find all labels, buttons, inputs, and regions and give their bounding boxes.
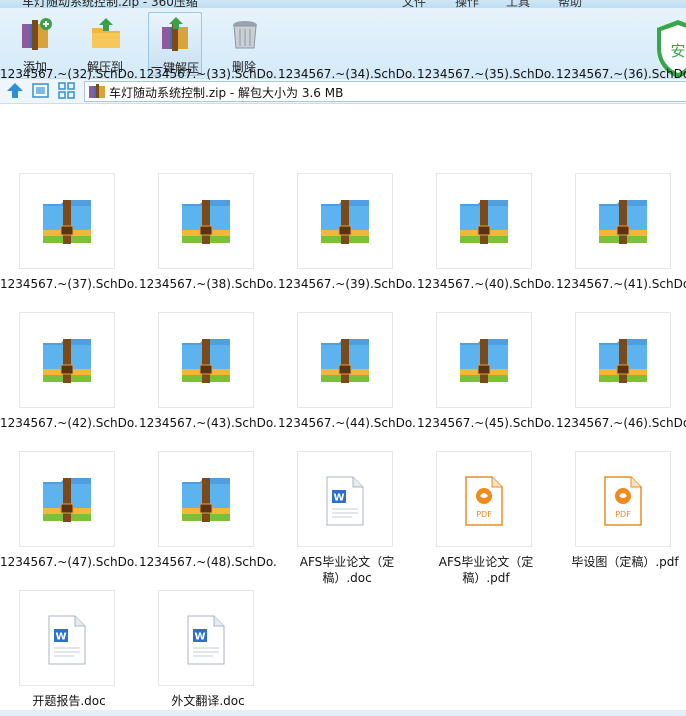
file-name: 毕设图（定稿）.pdf	[571, 555, 679, 569]
file-name: 1234567.~(41).SchDo...	[556, 277, 686, 291]
file-grid: 1234567.~(32).SchDo... 1234567.~(33).SchD…	[0, 67, 686, 716]
menu-operate[interactable]: 操作	[455, 0, 479, 8]
file-name: 1234567.~(37).SchDo...	[0, 277, 139, 291]
winrar-archive-icon	[158, 173, 254, 269]
file-name: 1234567.~(44).SchDo...	[278, 416, 417, 430]
word-document-icon: W	[297, 451, 393, 547]
file-name: 1234567.~(39).SchDo...	[278, 277, 417, 291]
winrar-archive-icon	[575, 312, 671, 408]
svg-text:W: W	[333, 493, 344, 504]
winrar-archive-icon	[297, 173, 393, 269]
path-field[interactable]: 车灯随动系统控制.zip - 解包大小为 3.6 MB	[84, 81, 686, 102]
delete-button[interactable]: 删除	[218, 12, 270, 74]
winrar-archive-icon	[19, 451, 115, 547]
file-name: 1234567.~(45).SchDo...	[417, 416, 556, 430]
winrar-archive-icon	[436, 173, 532, 269]
trash-icon	[233, 21, 257, 49]
winrar-archive-icon	[19, 173, 115, 269]
menu-tools[interactable]: 工具	[506, 0, 530, 8]
file-name: 1234567.~(48).SchDo...	[139, 555, 278, 569]
pdf-document-icon: PDF	[436, 451, 532, 547]
svg-text:W: W	[55, 632, 66, 643]
file-name: 1234567.~(46).SchDo...	[556, 416, 686, 430]
shield-label: 安	[670, 42, 685, 60]
file-name: AFS毕业论文（定稿）.doc	[299, 555, 395, 585]
add-archive-icon	[22, 18, 52, 50]
file-name: 1234567.~(38).SchDo...	[139, 277, 278, 291]
winrar-archive-icon	[158, 451, 254, 547]
file-name: 外文翻译.doc	[171, 694, 245, 708]
zip-archive-icon	[89, 84, 105, 98]
svg-text:W: W	[194, 632, 205, 643]
winrar-archive-icon	[575, 173, 671, 269]
file-name: 1234567.~(40).SchDo...	[417, 277, 556, 291]
file-name: 1234567.~(34).SchDo...	[278, 67, 417, 81]
word-document-icon: W	[158, 590, 254, 686]
file-name: 1234567.~(42).SchDo...	[0, 416, 139, 430]
thumbnail-view-icon[interactable]	[58, 82, 75, 99]
winrar-archive-icon	[297, 312, 393, 408]
one-click-extract-icon	[162, 17, 188, 51]
file-name: AFS毕业论文（定稿）.pdf	[438, 555, 534, 585]
file-name: 1234567.~(36).SchDo...	[556, 67, 686, 81]
title-bar: 车灯随动系统控制.zip - 360压缩 文件 操作 工具 帮助	[0, 0, 686, 8]
svg-text:PDF: PDF	[476, 510, 492, 519]
folder-extract-icon	[92, 18, 120, 48]
file-name: 1234567.~(35).SchDo...	[417, 67, 556, 81]
file-name: 1234567.~(33).SchDo...	[139, 67, 278, 81]
file-name: 开题报告.doc	[32, 694, 106, 708]
window-title: 车灯随动系统控制.zip - 360压缩	[22, 0, 198, 8]
file-name: 1234567.~(32).SchDo...	[0, 67, 139, 81]
status-bar	[0, 710, 686, 716]
winrar-archive-icon	[19, 312, 115, 408]
extract-to-button[interactable]: 解压到	[79, 12, 131, 74]
archive-path: 车灯随动系统控制.zip - 解包大小为 3.6 MB	[109, 86, 344, 100]
up-arrow-icon[interactable]	[6, 82, 24, 99]
pdf-document-icon: PDF	[575, 451, 671, 547]
file-name: 1234567.~(43).SchDo...	[139, 416, 278, 430]
winrar-archive-icon	[436, 312, 532, 408]
file-name: 1234567.~(47).SchDo...	[0, 555, 139, 569]
add-button[interactable]: 添加	[9, 12, 61, 74]
word-document-icon: W	[19, 590, 115, 686]
svg-text:PDF: PDF	[615, 510, 631, 519]
menu-file[interactable]: 文件	[402, 0, 426, 8]
winrar-archive-icon	[158, 312, 254, 408]
menu-help[interactable]: 帮助	[558, 0, 582, 8]
details-view-icon[interactable]	[32, 82, 49, 99]
